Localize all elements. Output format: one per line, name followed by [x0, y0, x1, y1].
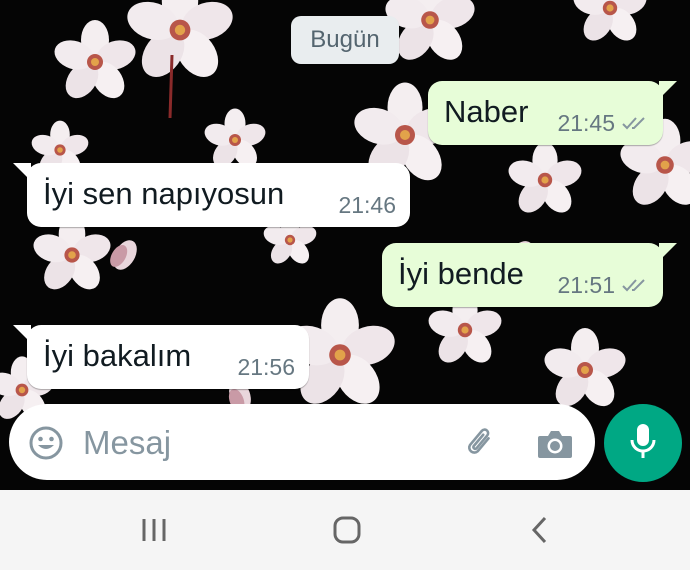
message-input[interactable]: Mesaj	[83, 424, 171, 462]
recent-apps-icon[interactable]	[124, 508, 184, 552]
message-meta: 21:45	[557, 110, 649, 137]
double-check-icon	[621, 110, 649, 137]
voice-record-button[interactable]	[604, 404, 682, 482]
message-bubble-incoming[interactable]: İyi bakalım 21:56	[13, 325, 309, 389]
back-icon[interactable]	[510, 508, 570, 552]
message-text: İyi bende	[398, 256, 524, 291]
bubble-tail	[13, 163, 31, 181]
message-bubble-outgoing[interactable]: Naber 21:45	[428, 81, 677, 145]
double-check-icon	[621, 272, 649, 299]
message-time: 21:51	[557, 272, 615, 298]
message-time: 21:45	[557, 110, 615, 136]
camera-icon[interactable]	[535, 424, 575, 464]
bubble-tail	[659, 81, 677, 99]
message-bubble-outgoing[interactable]: İyi bende 21:51	[382, 243, 677, 307]
message-meta: 21:51	[557, 272, 649, 299]
bubble-tail	[13, 325, 31, 343]
home-icon[interactable]	[317, 508, 377, 552]
message-meta: 21:56	[237, 354, 295, 381]
message-time: 21:46	[338, 192, 396, 218]
attach-icon[interactable]	[461, 424, 501, 464]
message-text: İyi bakalım	[43, 338, 192, 373]
message-bubble-incoming[interactable]: İyi sen napıyosun 21:46	[13, 163, 410, 227]
message-text: İyi sen napıyosun	[43, 176, 285, 211]
message-composer[interactable]: Mesaj	[9, 404, 595, 480]
message-time: 21:56	[237, 354, 295, 380]
emoji-icon[interactable]	[27, 424, 65, 462]
bubble-tail	[659, 243, 677, 261]
message-text: Naber	[444, 94, 529, 129]
mic-icon	[628, 421, 658, 466]
date-divider: Bugün	[291, 16, 399, 64]
system-nav-bar	[0, 490, 690, 570]
message-meta: 21:46	[338, 192, 396, 219]
